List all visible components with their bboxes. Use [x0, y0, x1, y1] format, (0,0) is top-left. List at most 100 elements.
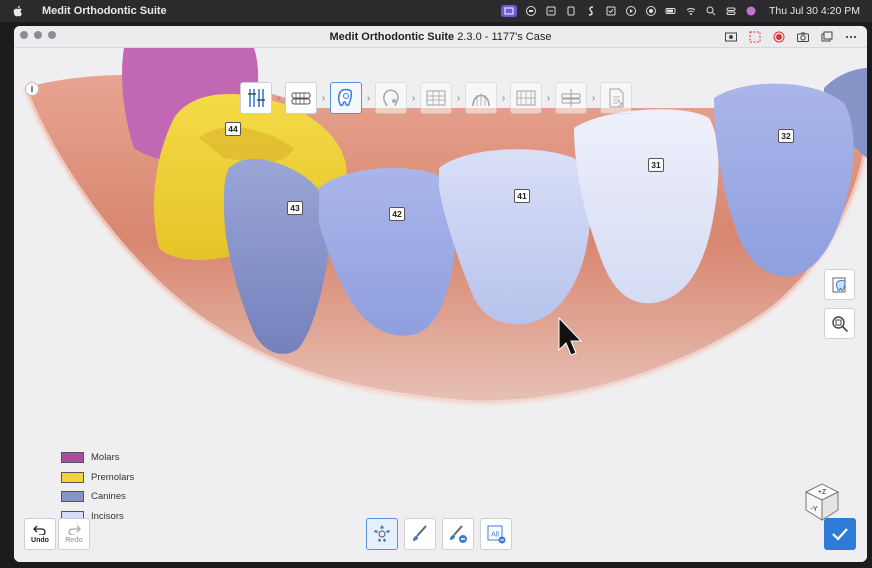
- legend-label: Premolars: [91, 471, 135, 483]
- window-title-app: Medit Orthodontic Suite: [329, 30, 455, 43]
- redo-label: Redo: [65, 536, 83, 544]
- clear-all-button[interactable]: All: [480, 518, 512, 550]
- brush-icon: [413, 525, 427, 541]
- tooth-label-31[interactable]: 31: [648, 158, 664, 172]
- step-chevron-icon: ›: [456, 92, 461, 104]
- undo-button[interactable]: Undo: [24, 518, 56, 550]
- record-icon[interactable]: [645, 5, 657, 17]
- window-title: Medit Orthodontic Suite 2.3.0 - 1177's C…: [330, 31, 552, 43]
- macos-menubar: Medit Orthodontic Suite Thu Jul 30 4:20 …: [0, 0, 872, 22]
- checkmark-icon: [832, 528, 848, 541]
- auto-select-tool-button[interactable]: [366, 518, 398, 550]
- step-chevron-icon: ›: [321, 92, 326, 104]
- window-mode-icon[interactable]: [819, 29, 835, 45]
- tooth-library-icon: [832, 277, 846, 292]
- analysis-grid-icon: [426, 90, 446, 106]
- export-document-icon: [609, 88, 624, 108]
- undo-label: Undo: [31, 536, 49, 544]
- window-title-case: 2.3.0 - 1177's Case: [454, 30, 552, 43]
- face-scan-icon: [383, 89, 399, 107]
- zoom-icon: [831, 315, 848, 332]
- export-step-button[interactable]: [600, 82, 632, 114]
- wifi-icon[interactable]: [685, 5, 697, 17]
- step-chevron-icon: ›: [501, 92, 506, 104]
- record-button-icon[interactable]: [771, 29, 787, 45]
- cube-y-label: -Y: [811, 506, 818, 513]
- close-window-button[interactable]: [20, 31, 28, 39]
- window-titlebar: Medit Orthodontic Suite 2.3.0 - 1177's C…: [14, 26, 867, 48]
- attachment-step-button[interactable]: [555, 82, 587, 114]
- tooth-segmentation-step-button[interactable]: [240, 82, 272, 114]
- brush-tool-button[interactable]: [404, 518, 436, 550]
- window-controls: [20, 31, 56, 39]
- screen-share-icon[interactable]: [500, 5, 517, 17]
- step-chevron-icon: ›: [411, 92, 416, 104]
- arch-alignment-step-button[interactable]: [285, 82, 317, 114]
- tooth-label-42[interactable]: 42: [389, 207, 405, 221]
- tooth-label-44[interactable]: 44: [225, 122, 241, 136]
- siri-icon[interactable]: [745, 5, 757, 17]
- screen-recorder-icon[interactable]: [723, 29, 739, 45]
- tooth-label-32[interactable]: 32: [778, 129, 794, 143]
- undo-arrow-icon: [33, 525, 46, 535]
- scripting-icon[interactable]: [585, 5, 597, 17]
- erase-brush-tool-button[interactable]: [442, 518, 474, 550]
- arch-form-icon: [472, 93, 490, 107]
- arch-form-step-button[interactable]: [465, 82, 497, 114]
- battery-icon[interactable]: [665, 5, 677, 17]
- canines-swatch: [61, 491, 84, 503]
- tooth-select-icon: [337, 88, 353, 107]
- cloud-sync-icon[interactable]: [545, 5, 557, 17]
- app-window: Medit Orthodontic Suite 2.3.0 - 1177's C…: [14, 26, 867, 562]
- legend-item-canines: Canines: [61, 487, 134, 507]
- checklist-icon[interactable]: [605, 5, 617, 17]
- all-text: All: [491, 532, 499, 539]
- confirm-button[interactable]: [824, 518, 856, 550]
- legend-label: Molars: [91, 452, 120, 464]
- molars-swatch: [61, 452, 84, 464]
- 3d-viewport[interactable]: i › › › › › › › › 44 43 42 41 31 32 Mola…: [14, 48, 867, 562]
- workflow-step-toolbar: › › › › › › › ›: [240, 82, 632, 114]
- clipboard-icon[interactable]: [565, 5, 577, 17]
- dental-arch-model[interactable]: [14, 48, 867, 562]
- minimize-window-button[interactable]: [34, 31, 42, 39]
- cube-z-label: +Z: [818, 489, 827, 496]
- face-profile-step-button[interactable]: [375, 82, 407, 114]
- tooth-library-button[interactable]: [824, 269, 855, 300]
- tooth-label-41[interactable]: 41: [514, 189, 530, 203]
- menubar-app-name[interactable]: Medit Orthodontic Suite: [42, 5, 167, 17]
- brush-minus-icon: [450, 525, 467, 543]
- step-chevron-icon: ›: [276, 92, 281, 104]
- tooth-label-43[interactable]: 43: [287, 201, 303, 215]
- info-icon[interactable]: i: [25, 82, 39, 96]
- zoom-fit-button[interactable]: [824, 308, 855, 339]
- analysis-step-button[interactable]: [420, 82, 452, 114]
- legend-item-molars: Molars: [61, 448, 134, 468]
- apple-icon[interactable]: [12, 5, 24, 17]
- capture-area-icon[interactable]: [747, 29, 763, 45]
- more-options-icon[interactable]: [843, 29, 859, 45]
- clear-all-icon: All: [487, 525, 506, 544]
- step-chevron-icon: ›: [546, 92, 551, 104]
- tooth-auto-select-icon: [374, 525, 390, 542]
- segmentation-tools-icon: [248, 89, 265, 107]
- spotlight-search-icon[interactable]: [705, 5, 717, 17]
- zoom-window-button[interactable]: [48, 31, 56, 39]
- stats-icon[interactable]: [525, 5, 537, 17]
- camera-icon[interactable]: [795, 29, 811, 45]
- tooth-type-legend: Molars Premolars Canines Incisors: [61, 448, 134, 526]
- redo-button[interactable]: Redo: [58, 518, 90, 550]
- step-chevron-icon: ›: [591, 92, 596, 104]
- dentition-icon: [291, 92, 311, 105]
- tooth-selection-step-button[interactable]: [330, 82, 362, 114]
- menubar-clock[interactable]: Thu Jul 30 4:20 PM: [769, 5, 860, 17]
- ipr-step-button[interactable]: [510, 82, 542, 114]
- attachment-icon: [561, 89, 581, 107]
- segmentation-toolbar: All: [366, 518, 512, 550]
- history-controls: Undo Redo: [24, 518, 90, 550]
- redo-arrow-icon: [68, 525, 81, 535]
- step-chevron-icon: ›: [366, 92, 371, 104]
- control-center-icon[interactable]: [725, 5, 737, 17]
- play-icon[interactable]: [625, 5, 637, 17]
- legend-item-premolars: Premolars: [61, 468, 134, 488]
